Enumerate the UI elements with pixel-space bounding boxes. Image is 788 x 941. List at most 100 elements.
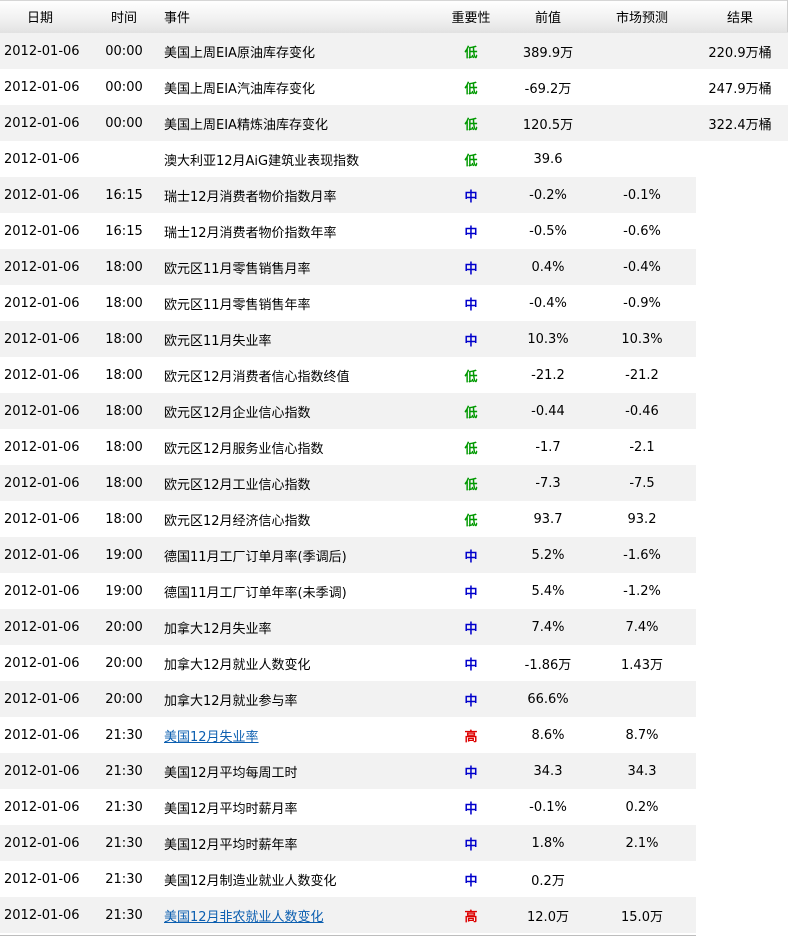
row-importance-text: 低	[464, 117, 478, 133]
row-previous-text: 7.4%	[531, 619, 565, 635]
row-date-text: 2012-01-06	[4, 43, 80, 59]
row-result: 220.9万桶	[696, 33, 784, 69]
row-previous: 5.4%	[508, 573, 588, 609]
row-forecast	[600, 69, 684, 105]
row-date-text: 2012-01-06	[4, 727, 80, 743]
row-date-text: 2012-01-06	[4, 835, 80, 851]
row-importance: 中	[447, 681, 495, 717]
row-date: 2012-01-06	[4, 357, 80, 393]
row-result	[696, 393, 784, 429]
table-row: 2012-01-06 20:00 加拿大12月就业人数变化 中 -1.86万 1.43万	[0, 645, 696, 681]
row-result	[696, 465, 784, 501]
row-forecast: -21.2	[600, 357, 684, 393]
row-previous-text: -0.1%	[529, 799, 567, 815]
row-event-text: 欧元区12月工业信心指数	[164, 477, 311, 493]
row-event-text: 欧元区12月经济信心指数	[164, 513, 311, 529]
row-forecast-text: -1.2%	[623, 583, 661, 599]
row-event[interactable]: 美国12月失业率	[164, 717, 259, 753]
row-previous-text: 0.4%	[531, 259, 565, 275]
row-importance: 低	[447, 69, 495, 105]
row-date: 2012-01-06	[4, 33, 80, 69]
row-previous: -0.44	[508, 393, 588, 429]
table-row: 2012-01-06 20:00 加拿大12月就业参与率 中 66.6%	[0, 681, 696, 717]
row-event: 美国上周EIA汽油库存变化	[164, 69, 315, 105]
row-event: 美国12月平均时薪月率	[164, 789, 298, 825]
row-result	[696, 249, 784, 285]
row-event: 德国11月工厂订单年率(未季调)	[164, 573, 347, 609]
row-time: 21:30	[96, 897, 152, 933]
row-event-text: 加拿大12月失业率	[164, 621, 272, 637]
row-time: 20:00	[96, 645, 152, 681]
row-importance-text: 中	[464, 333, 478, 349]
row-forecast: 2.1%	[600, 825, 684, 861]
row-importance: 中	[447, 285, 495, 321]
row-result: 247.9万桶	[696, 69, 784, 105]
table-bottom-border	[0, 935, 696, 936]
row-event-text: 欧元区12月服务业信心指数	[164, 441, 324, 457]
row-importance-text: 中	[464, 657, 478, 673]
row-date-text: 2012-01-06	[4, 403, 80, 419]
row-forecast-text: 7.4%	[625, 619, 659, 635]
table-row: 2012-01-06 16:15 瑞士12月消费者物价指数年率 中 -0.5% -0.6%	[0, 213, 696, 249]
row-event-text: 欧元区11月零售销售月率	[164, 261, 311, 277]
row-result	[696, 321, 784, 357]
row-time: 18:00	[96, 429, 152, 465]
row-importance-text: 中	[464, 585, 478, 601]
row-previous: -0.1%	[508, 789, 588, 825]
table-row: 2012-01-06 00:00 美国上周EIA汽油库存变化 低 -69.2万 247.9…	[0, 69, 788, 105]
row-time: 19:00	[96, 573, 152, 609]
row-previous-text: -69.2万	[524, 81, 572, 97]
row-time: 00:00	[96, 105, 152, 141]
event-link[interactable]: 美国12月非农就业人数变化	[164, 906, 324, 925]
row-time-text: 21:30	[105, 871, 143, 887]
row-forecast-text: -0.6%	[623, 223, 661, 239]
row-forecast-text: -1.6%	[623, 547, 661, 563]
row-time: 16:15	[96, 177, 152, 213]
table-row: 2012-01-06 18:00 欧元区11月失业率 中 10.3% 10.3%	[0, 321, 696, 357]
row-importance: 低	[447, 393, 495, 429]
row-date-text: 2012-01-06	[4, 691, 80, 707]
row-forecast-text: 0.2%	[625, 799, 659, 815]
row-time-text: 21:30	[105, 763, 143, 779]
row-event-text: 美国12月平均每周工时	[164, 765, 298, 781]
row-date-text: 2012-01-06	[4, 547, 80, 563]
row-previous: 39.6	[508, 141, 588, 177]
row-previous: -1.7	[508, 429, 588, 465]
row-forecast: -0.6%	[600, 213, 684, 249]
row-date: 2012-01-06	[4, 177, 80, 213]
row-previous-text: -21.2	[531, 367, 565, 383]
row-date-text: 2012-01-06	[4, 151, 80, 167]
row-importance: 高	[447, 717, 495, 753]
row-previous-text: 8.6%	[531, 727, 565, 743]
header-importance: 重要性	[451, 10, 491, 26]
row-importance-text: 低	[464, 405, 478, 421]
row-event: 欧元区11月零售销售年率	[164, 285, 311, 321]
row-importance: 中	[447, 609, 495, 645]
row-date: 2012-01-06	[4, 141, 80, 177]
table-row: 2012-01-06 18:00 欧元区11月零售销售月率 中 0.4% -0.4%	[0, 249, 696, 285]
row-event-text: 澳大利亚12月AiG建筑业表现指数	[164, 153, 360, 169]
row-forecast: -0.1%	[600, 177, 684, 213]
row-date: 2012-01-06	[4, 105, 80, 141]
row-importance: 高	[447, 897, 495, 933]
row-previous: 8.6%	[508, 717, 588, 753]
row-event[interactable]: 美国12月非农就业人数变化	[164, 897, 324, 933]
row-date-text: 2012-01-06	[4, 511, 80, 527]
row-forecast-text: -0.9%	[623, 295, 661, 311]
row-date: 2012-01-06	[4, 429, 80, 465]
row-result	[696, 717, 784, 753]
row-result	[696, 213, 784, 249]
row-previous: 34.3	[508, 753, 588, 789]
row-time: 00:00	[96, 33, 152, 69]
row-time-text: 18:00	[105, 475, 143, 491]
row-importance: 中	[447, 177, 495, 213]
row-time: 00:00	[96, 69, 152, 105]
table-row: 2012-01-06 19:00 德国11月工厂订单月率(季调后) 中 5.2% -1.6…	[0, 537, 696, 573]
row-result	[696, 573, 784, 609]
row-previous: -7.3	[508, 465, 588, 501]
row-previous-text: -0.44	[531, 403, 565, 419]
event-link[interactable]: 美国12月失业率	[164, 726, 259, 745]
row-previous-text: -0.2%	[529, 187, 567, 203]
header-forecast: 市场预测	[615, 10, 668, 26]
row-importance: 低	[447, 105, 495, 141]
